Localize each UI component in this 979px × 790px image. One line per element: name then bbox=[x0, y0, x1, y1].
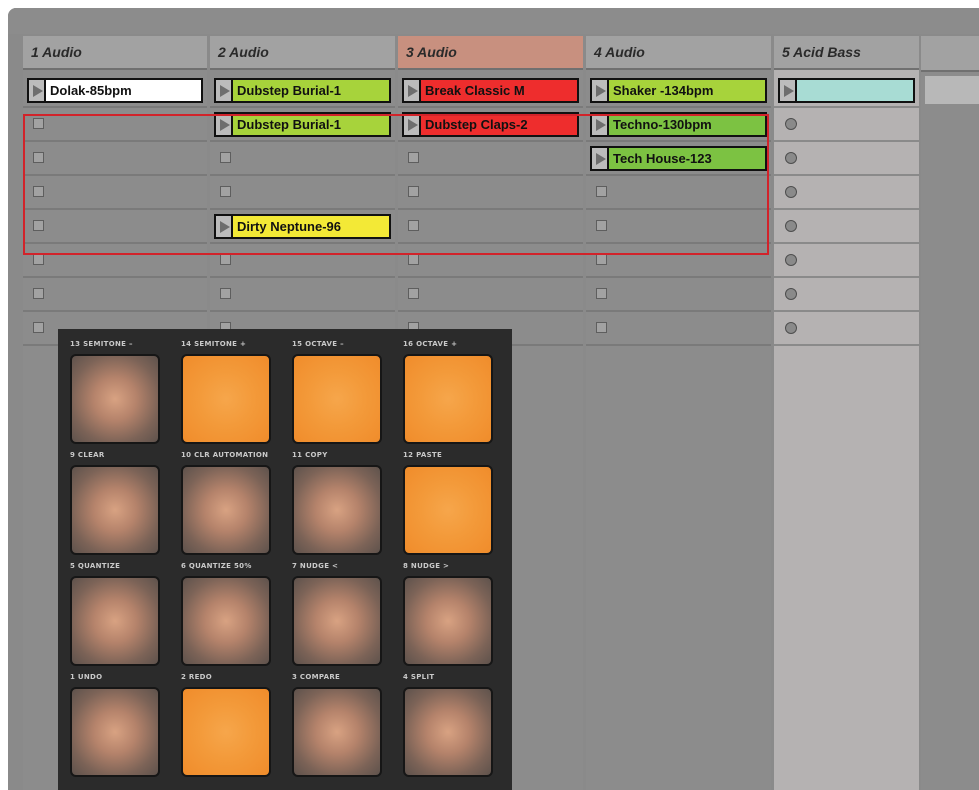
record-arm-icon[interactable] bbox=[785, 254, 797, 266]
clip-slot[interactable] bbox=[774, 244, 919, 278]
clip-launch-button[interactable] bbox=[29, 80, 46, 101]
clip-slot[interactable]: Break Classic M bbox=[398, 74, 583, 108]
pad-label: 15 OCTAVE – bbox=[292, 340, 344, 348]
clip-slot[interactable] bbox=[774, 278, 919, 312]
pad-label: 16 OCTAVE + bbox=[403, 340, 458, 348]
pad-label: 6 QUANTIZE 50% bbox=[181, 562, 252, 570]
pad-button[interactable] bbox=[181, 576, 271, 666]
pad-label: 1 UNDO bbox=[70, 673, 103, 681]
clip-slot[interactable] bbox=[774, 108, 919, 142]
scene-launch-slot[interactable] bbox=[925, 76, 979, 104]
pad-button[interactable] bbox=[70, 465, 160, 555]
selection-highlight bbox=[23, 114, 769, 255]
stop-icon[interactable] bbox=[408, 288, 419, 299]
pad-label: 12 PASTE bbox=[403, 451, 443, 459]
pad-button[interactable] bbox=[292, 354, 382, 444]
pad-button[interactable] bbox=[403, 465, 493, 555]
stop-icon[interactable] bbox=[33, 288, 44, 299]
clip-name: Dubstep Burial-1 bbox=[237, 83, 342, 98]
track-header-3[interactable]: 3 Audio bbox=[398, 36, 583, 70]
clip-launch-button[interactable] bbox=[216, 80, 233, 101]
track-header-2[interactable]: 2 Audio bbox=[210, 36, 395, 70]
master-track-column bbox=[921, 36, 979, 790]
pad-button[interactable] bbox=[181, 354, 271, 444]
pad-label: 7 NUDGE < bbox=[292, 562, 339, 570]
pad-label: 11 COPY bbox=[292, 451, 328, 459]
pad-button[interactable] bbox=[70, 576, 160, 666]
clip[interactable]: Shaker -134bpm bbox=[590, 78, 767, 103]
clip-slot[interactable] bbox=[210, 278, 395, 312]
pad-label: 5 QUANTIZE bbox=[70, 562, 121, 570]
stop-icon[interactable] bbox=[596, 288, 607, 299]
pad-button[interactable] bbox=[292, 687, 382, 777]
pad-label: 13 SEMITONE – bbox=[70, 340, 133, 348]
pad-button[interactable] bbox=[70, 354, 160, 444]
record-arm-icon[interactable] bbox=[785, 152, 797, 164]
pad-label: 4 SPLIT bbox=[403, 673, 435, 681]
pad-label: 3 COMPARE bbox=[292, 673, 341, 681]
play-icon bbox=[219, 84, 230, 97]
clip-launch-button[interactable] bbox=[592, 80, 609, 101]
pad-button[interactable] bbox=[403, 354, 493, 444]
pad-button[interactable] bbox=[181, 465, 271, 555]
record-arm-icon[interactable] bbox=[785, 220, 797, 232]
top-strip bbox=[8, 8, 979, 34]
clip-slot[interactable]: Shaker -134bpm bbox=[586, 74, 771, 108]
pad-button[interactable] bbox=[70, 687, 160, 777]
stop-icon[interactable] bbox=[220, 254, 231, 265]
pad-label: 14 SEMITONE + bbox=[181, 340, 247, 348]
track-header-1[interactable]: 1 Audio bbox=[23, 36, 207, 70]
pad-controller: 13 SEMITONE – 14 SEMITONE + 15 OCTAVE – … bbox=[58, 329, 512, 790]
pad-button[interactable] bbox=[292, 465, 382, 555]
play-icon bbox=[32, 84, 43, 97]
clip-slot[interactable] bbox=[23, 278, 207, 312]
clip-name: Shaker -134bpm bbox=[613, 83, 714, 98]
track-header-4[interactable]: 4 Audio bbox=[586, 36, 771, 70]
pad-label: 8 NUDGE > bbox=[403, 562, 450, 570]
play-icon bbox=[783, 84, 794, 97]
clip[interactable]: Dolak-85bpm bbox=[27, 78, 203, 103]
clip[interactable]: Dubstep Burial-1 bbox=[214, 78, 391, 103]
pad-button[interactable] bbox=[181, 687, 271, 777]
clip-slot[interactable]: Dolak-85bpm bbox=[23, 74, 207, 108]
clip[interactable]: Break Classic M bbox=[402, 78, 579, 103]
record-arm-icon[interactable] bbox=[785, 186, 797, 198]
play-icon bbox=[595, 84, 606, 97]
clip-slot[interactable]: Dubstep Burial-1 bbox=[210, 74, 395, 108]
stop-icon[interactable] bbox=[596, 254, 607, 265]
clip-slot[interactable] bbox=[774, 312, 919, 346]
stop-icon[interactable] bbox=[33, 322, 44, 333]
clip-name: Break Classic M bbox=[425, 83, 525, 98]
clip-slot[interactable] bbox=[774, 176, 919, 210]
stop-icon[interactable] bbox=[596, 322, 607, 333]
stop-icon[interactable] bbox=[220, 288, 231, 299]
clip-launch-button[interactable] bbox=[404, 80, 421, 101]
clip-slot[interactable] bbox=[586, 312, 771, 346]
clip-slot[interactable] bbox=[774, 74, 919, 108]
clip-launch-button[interactable] bbox=[780, 80, 797, 101]
track-column-5: 5 Acid Bass bbox=[774, 36, 919, 790]
clip-slot[interactable] bbox=[586, 278, 771, 312]
clip-name: Dolak-85bpm bbox=[50, 83, 132, 98]
clip-slot[interactable] bbox=[774, 142, 919, 176]
record-arm-icon[interactable] bbox=[785, 322, 797, 334]
stop-icon[interactable] bbox=[33, 254, 44, 265]
clip-slot[interactable] bbox=[398, 278, 583, 312]
pad-button[interactable] bbox=[403, 687, 493, 777]
record-arm-icon[interactable] bbox=[785, 118, 797, 130]
pad-label: 9 CLEAR bbox=[70, 451, 105, 459]
stop-icon[interactable] bbox=[408, 254, 419, 265]
record-arm-icon[interactable] bbox=[785, 288, 797, 300]
pad-label: 10 CLR AUTOMATION bbox=[181, 451, 269, 459]
pad-button[interactable] bbox=[403, 576, 493, 666]
play-icon bbox=[407, 84, 418, 97]
clip[interactable] bbox=[778, 78, 915, 103]
track-header-5[interactable]: 5 Acid Bass bbox=[774, 36, 919, 70]
master-track-header[interactable] bbox=[921, 36, 979, 72]
pad-button[interactable] bbox=[292, 576, 382, 666]
clip-slot[interactable] bbox=[774, 210, 919, 244]
pad-label: 2 REDO bbox=[181, 673, 213, 681]
